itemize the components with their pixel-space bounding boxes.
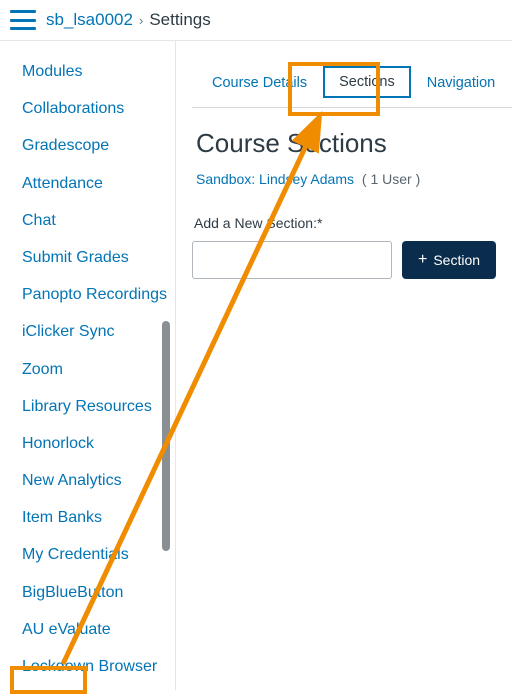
add-section-button[interactable]: + Section bbox=[402, 241, 496, 279]
sidebar-item-submit-grades[interactable]: Submit Grades bbox=[22, 239, 176, 276]
section-item-link[interactable]: Sandbox: Lindsey Adams bbox=[196, 171, 354, 187]
sidebar-item-modules[interactable]: Modules bbox=[22, 53, 176, 90]
sidebar-item-honorlock[interactable]: Honorlock bbox=[22, 425, 176, 462]
settings-tabs: Course Details Sections Navigation Apps bbox=[192, 59, 512, 108]
breadcrumb-current: Settings bbox=[149, 10, 210, 30]
sidebar-item-lockdown[interactable]: Lockdown Browser bbox=[22, 648, 176, 685]
add-section-label: Add a New Section:* bbox=[194, 215, 512, 231]
sidebar-item-attendance[interactable]: Attendance bbox=[22, 165, 176, 202]
sidebar-item-analytics[interactable]: New Analytics bbox=[22, 462, 176, 499]
sidebar-item-item-banks[interactable]: Item Banks bbox=[22, 499, 176, 536]
sidebar-item-top-hat[interactable]: Top Hat bbox=[22, 685, 176, 690]
tab-sections[interactable]: Sections bbox=[323, 66, 411, 98]
new-section-input[interactable] bbox=[192, 241, 392, 279]
sidebar-item-collaborations[interactable]: Collaborations bbox=[22, 90, 176, 127]
tab-course-details[interactable]: Course Details bbox=[200, 59, 319, 107]
hamburger-icon[interactable] bbox=[10, 10, 36, 30]
sidebar-item-iclicker[interactable]: iClicker Sync bbox=[22, 313, 176, 350]
sidebar-scrollbar[interactable] bbox=[162, 321, 170, 551]
sidebar-item-panopto[interactable]: Panopto Recordings bbox=[22, 276, 176, 313]
main-content: Course Details Sections Navigation Apps … bbox=[176, 41, 512, 690]
tab-apps[interactable]: Apps bbox=[507, 59, 512, 107]
page-title: Course Sections bbox=[196, 128, 512, 159]
breadcrumb-separator-icon: › bbox=[139, 13, 143, 28]
section-list-row: Sandbox: Lindsey Adams ( 1 User ) bbox=[196, 171, 512, 187]
plus-icon: + bbox=[418, 252, 427, 268]
section-user-count: ( 1 User ) bbox=[362, 171, 420, 187]
breadcrumb: sb_lsa0002 › Settings bbox=[46, 10, 211, 30]
add-section-button-label: Section bbox=[433, 252, 480, 268]
course-nav-sidebar: Modules Collaborations Gradescope Attend… bbox=[0, 41, 176, 690]
sidebar-item-bigbluebutton[interactable]: BigBlueButton bbox=[22, 574, 176, 611]
sidebar-item-library[interactable]: Library Resources bbox=[22, 388, 176, 425]
sidebar-item-zoom[interactable]: Zoom bbox=[22, 351, 176, 388]
tab-navigation[interactable]: Navigation bbox=[415, 59, 508, 107]
page-header: sb_lsa0002 › Settings bbox=[0, 0, 512, 41]
breadcrumb-course-link[interactable]: sb_lsa0002 bbox=[46, 10, 133, 30]
sidebar-item-chat[interactable]: Chat bbox=[22, 202, 176, 239]
sidebar-item-au-evaluate[interactable]: AU eValuate bbox=[22, 611, 176, 648]
sidebar-item-credentials[interactable]: My Credentials bbox=[22, 536, 176, 573]
sidebar-item-gradescope[interactable]: Gradescope bbox=[22, 127, 176, 164]
